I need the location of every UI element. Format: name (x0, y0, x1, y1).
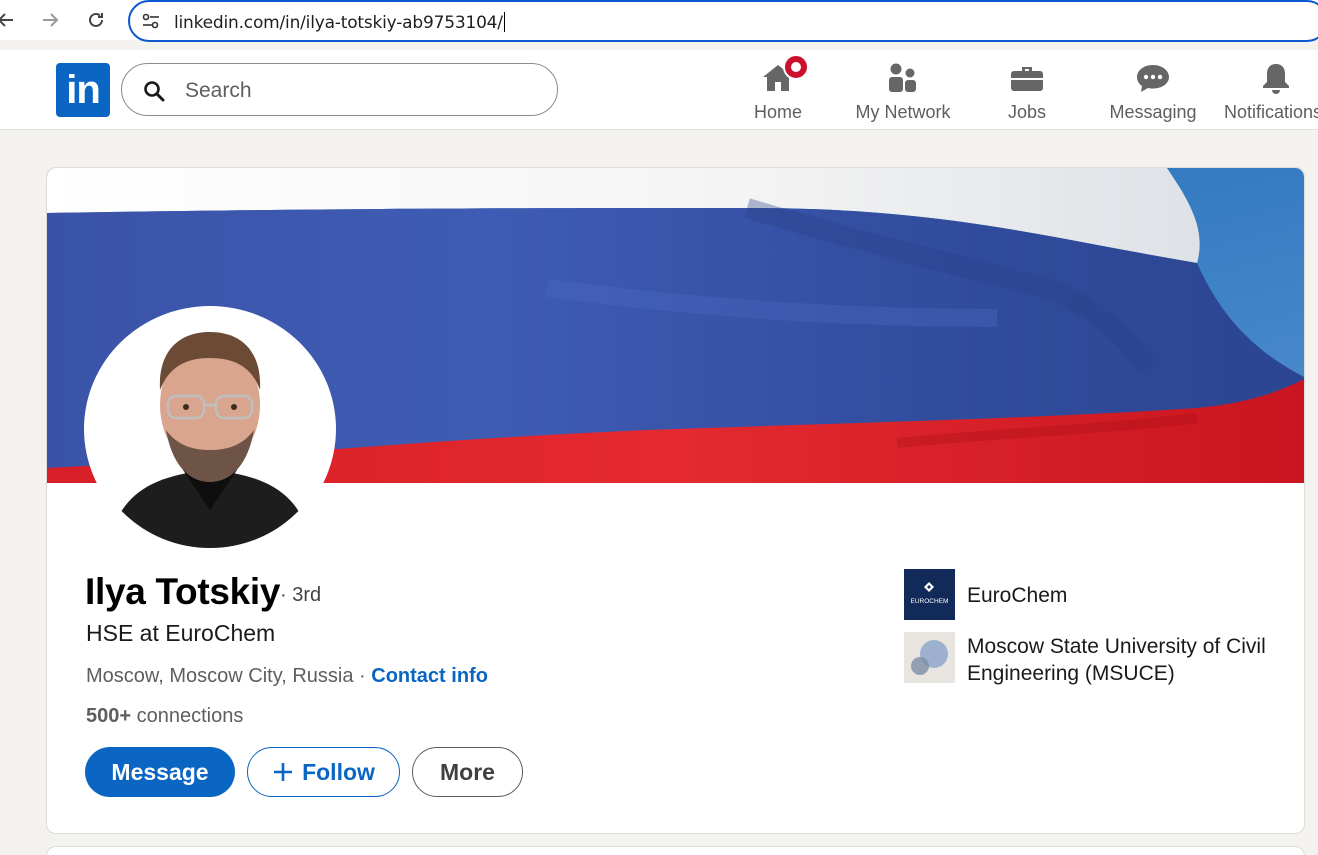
follow-button-label: Follow (302, 758, 375, 785)
more-button[interactable]: More (412, 747, 523, 797)
current-company[interactable]: EUROCHEM EuroChem (904, 569, 1267, 620)
nav-messaging-label: Messaging (1109, 102, 1197, 122)
separator: · (353, 665, 372, 687)
site-settings-icon[interactable] (140, 10, 162, 37)
nav-notifications-label: Notifications (1224, 102, 1318, 122)
network-icon (886, 58, 920, 98)
profile-location-row: Moscow, Moscow City, Russia · Contact in… (86, 665, 488, 688)
nav-home-label: Home (753, 102, 802, 122)
profile-location: Moscow, Moscow City, Russia (86, 665, 354, 687)
search-placeholder: Search (185, 79, 252, 102)
address-bar[interactable]: linkedin.com/in/ilya-totskiy-ab9753104/ (128, 0, 1318, 42)
search-icon (142, 79, 166, 108)
nav-jobs-label: Jobs (1007, 102, 1047, 122)
nav-notifications[interactable]: Notifications (1224, 58, 1318, 124)
search-input[interactable]: Search (121, 63, 558, 116)
briefcase-icon (1010, 58, 1044, 98)
profile-name: Ilya Totskiy (85, 571, 281, 612)
school-name: Moscow State University of Civil Enginee… (967, 635, 1266, 685)
connection-degree: · 3rd (280, 584, 322, 606)
message-button-label: Message (111, 758, 209, 785)
follow-button[interactable]: Follow (247, 747, 400, 797)
connections-count[interactable]: 500+ connections (86, 705, 243, 728)
browser-toolbar: linkedin.com/in/ilya-totskiy-ab9753104/ (0, 0, 1318, 42)
url-text: linkedin.com/in/ilya-totskiy-ab9753104/ (174, 12, 505, 33)
profile-headline: HSE at EuroChem (86, 620, 276, 646)
nav-jobs[interactable]: Jobs (1006, 58, 1048, 124)
logo-text: in (66, 67, 101, 112)
nav-my-network[interactable]: My Network (851, 58, 955, 124)
education-school[interactable]: Moscow State University of Civil Enginee… (904, 632, 1267, 687)
reload-icon[interactable] (82, 6, 110, 34)
eurochem-logo-mark: EUROCHEM (911, 582, 949, 605)
nav-home[interactable]: Home (752, 54, 809, 124)
forward-arrow-icon[interactable] (36, 6, 64, 34)
contact-info-link[interactable]: Contact info (371, 665, 488, 687)
linkedin-logo[interactable]: in (56, 63, 110, 117)
messaging-icon (1135, 58, 1171, 98)
message-button[interactable]: Message (85, 747, 235, 797)
profile-card: Ilya Totskiy · 3rd HSE at EuroChem Mosco… (46, 167, 1305, 834)
next-section-card (46, 846, 1305, 855)
nav-my-network-label: My Network (855, 102, 951, 122)
current-company-name: EuroChem (967, 584, 1068, 607)
plus-icon (274, 763, 293, 781)
profile-photo-image (88, 310, 332, 548)
eurochem-logo: EUROCHEM (904, 569, 955, 620)
profile-photo[interactable] (84, 306, 336, 552)
connections-label: connections (131, 705, 244, 727)
notification-badge (783, 54, 809, 80)
more-button-label: More (440, 758, 495, 785)
svg-text:EUROCHEM: EUROCHEM (911, 598, 949, 605)
school-logo (904, 632, 955, 683)
back-arrow-icon[interactable] (0, 6, 20, 34)
home-icon (761, 54, 809, 98)
nav-messaging[interactable]: Messaging (1107, 58, 1199, 124)
connections-number: 500+ (86, 705, 132, 727)
bell-icon (1224, 58, 1318, 98)
linkedin-top-nav: in Search Home My Network Jobs Messaging (0, 50, 1318, 130)
